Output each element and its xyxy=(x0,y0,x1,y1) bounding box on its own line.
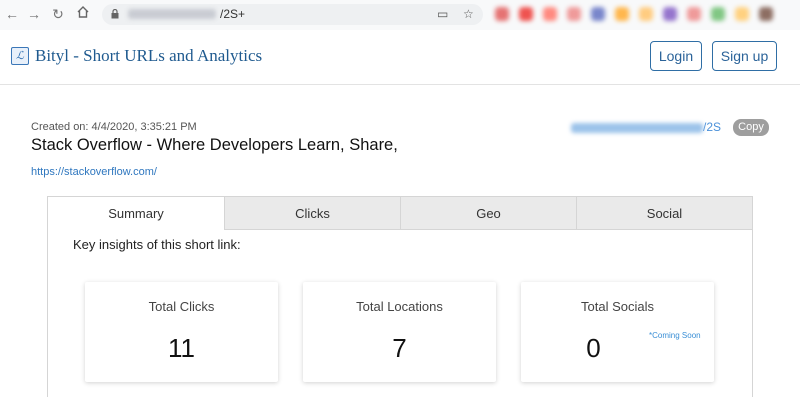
forward-arrow-icon[interactable]: → xyxy=(25,5,43,23)
home-icon[interactable] xyxy=(74,5,92,23)
original-url-link[interactable]: https://stackoverflow.com/ xyxy=(31,166,157,178)
lock-icon xyxy=(111,9,119,19)
insights-heading: Key insights of this short link: xyxy=(73,237,241,252)
short-url[interactable]: /2S xyxy=(571,120,721,134)
brand[interactable]: ℒ Bityl - Short URLs and Analytics xyxy=(11,46,262,66)
extension-icon[interactable] xyxy=(615,7,629,21)
extension-icon[interactable] xyxy=(567,7,581,21)
tab-clicks[interactable]: Clicks xyxy=(224,197,400,230)
extension-icon[interactable] xyxy=(735,7,749,21)
star-icon[interactable]: ☆ xyxy=(463,7,474,21)
total-socials-card: Total Socials 0 *Coming Soon xyxy=(521,282,714,382)
extensions-bar xyxy=(495,7,795,23)
extension-icon[interactable] xyxy=(759,7,773,21)
link-logo-icon: ℒ xyxy=(11,47,29,65)
analytics-panel: Summary Clicks Geo Social Key insights o… xyxy=(47,196,753,397)
address-bar[interactable]: /2S+ ▭ ☆ xyxy=(102,4,483,25)
extension-icon[interactable] xyxy=(519,7,533,21)
page-title: Stack Overflow - Where Developers Learn,… xyxy=(31,136,398,154)
cast-icon[interactable]: ▭ xyxy=(437,7,448,21)
extension-icon[interactable] xyxy=(495,7,509,21)
url-text: /2S+ xyxy=(220,7,246,21)
tab-social[interactable]: Social xyxy=(576,197,752,230)
extension-icon[interactable] xyxy=(591,7,605,21)
short-url-tail: /2S xyxy=(703,120,722,134)
card-value: 11 xyxy=(168,333,195,363)
card-label: Total Clicks xyxy=(148,299,215,314)
copy-button[interactable]: Copy xyxy=(733,119,769,136)
created-date: Created on: 4/4/2020, 3:35:21 PM xyxy=(31,121,197,133)
app-header: ℒ Bityl - Short URLs and Analytics Login… xyxy=(0,30,800,85)
extension-icon[interactable] xyxy=(711,7,725,21)
card-label: Total Socials xyxy=(581,299,654,314)
url-redacted xyxy=(128,9,216,19)
reload-icon[interactable]: ↻ xyxy=(49,5,67,23)
signup-button[interactable]: Sign up xyxy=(712,41,777,71)
tab-bar: Summary Clicks Geo Social xyxy=(48,197,752,230)
extension-icon[interactable] xyxy=(663,7,677,21)
card-label: Total Locations xyxy=(356,299,443,314)
total-locations-card: Total Locations 7 xyxy=(303,282,496,382)
extension-icon[interactable] xyxy=(687,7,701,21)
login-button[interactable]: Login xyxy=(650,41,702,71)
extension-icon[interactable] xyxy=(639,7,653,21)
brand-name: Bityl - Short URLs and Analytics xyxy=(35,46,263,65)
tab-summary[interactable]: Summary xyxy=(48,197,224,230)
browser-toolbar: ← → ↻ /2S+ ▭ ☆ xyxy=(0,0,800,31)
tab-geo[interactable]: Geo xyxy=(400,197,576,230)
extension-icon[interactable] xyxy=(543,7,557,21)
total-clicks-card: Total Clicks 11 xyxy=(85,282,278,382)
back-arrow-icon[interactable]: ← xyxy=(3,5,21,23)
card-value: 7 xyxy=(392,333,407,363)
coming-soon-note: *Coming Soon xyxy=(649,331,701,340)
short-url-redacted xyxy=(571,122,703,133)
